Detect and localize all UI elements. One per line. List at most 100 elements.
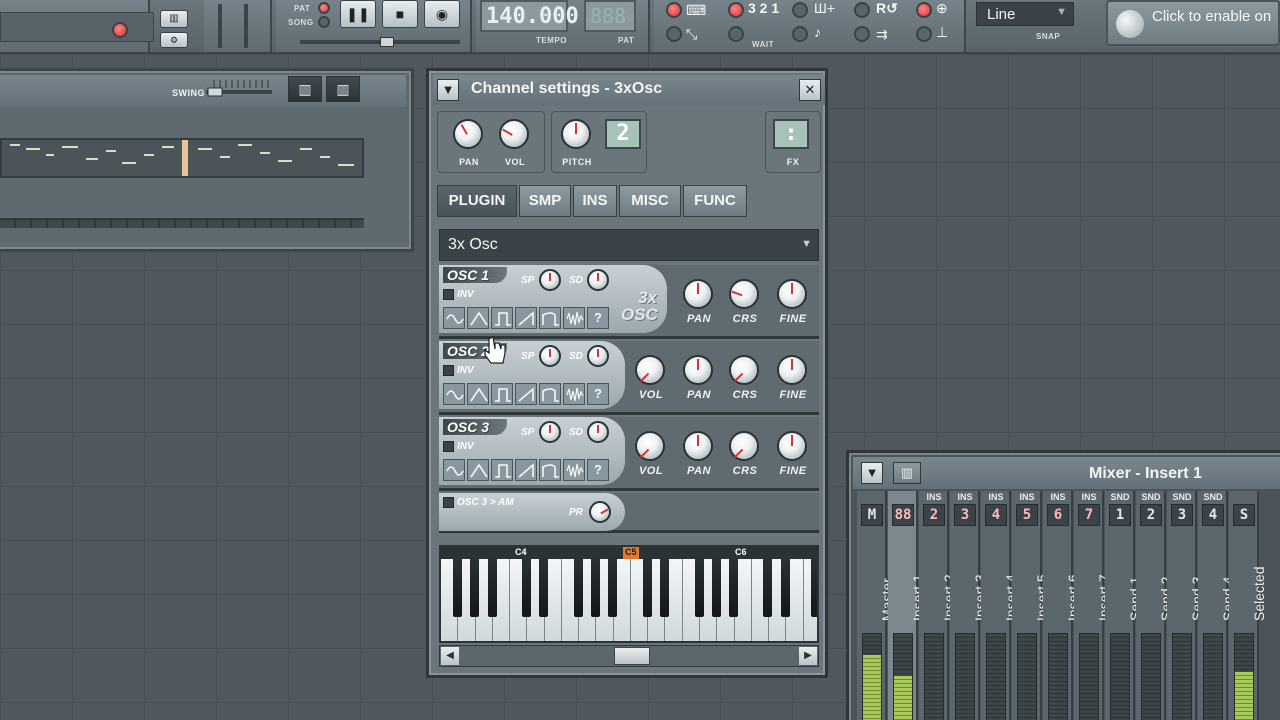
- online-hint-box[interactable]: Click to enable on: [1106, 0, 1280, 46]
- graph-editor-button[interactable]: ▥: [288, 76, 322, 102]
- square-wave-icon[interactable]: [491, 459, 513, 481]
- black-key[interactable]: [470, 559, 479, 617]
- osc-3-sp-knob[interactable]: [539, 421, 561, 443]
- saw-wave-icon[interactable]: [515, 307, 537, 329]
- osc-3-fine-knob[interactable]: [777, 431, 807, 461]
- countdown-led[interactable]: [728, 2, 744, 18]
- close-button[interactable]: ✕: [799, 79, 821, 101]
- osc-1-fine-knob[interactable]: [777, 279, 807, 309]
- piano-keyboard[interactable]: C4 C5 C6: [439, 545, 819, 643]
- tab-misc[interactable]: MISC: [619, 185, 681, 217]
- black-key[interactable]: [695, 559, 704, 617]
- mixer-strip[interactable]: SND 4 Send 4: [1198, 491, 1236, 720]
- mixer-strip[interactable]: INS 6 Insert 6: [1043, 491, 1081, 720]
- triangle-wave-icon[interactable]: [467, 383, 489, 405]
- osc-3-vol-knob[interactable]: [635, 431, 665, 461]
- position-slider[interactable]: [300, 37, 460, 47]
- overdub-led[interactable]: [854, 26, 870, 42]
- black-key[interactable]: [591, 559, 600, 617]
- plugin-select[interactable]: 3x Osc ▼: [439, 229, 819, 261]
- tempo-display[interactable]: 140.000: [480, 0, 579, 32]
- mixer-titlebar[interactable]: ▼ ▥ Mixer - Insert 1: [853, 457, 1280, 489]
- osc-3-inv[interactable]: INV: [443, 441, 474, 452]
- osc-3-pan-knob[interactable]: [683, 431, 713, 461]
- scroll-right-icon[interactable]: ▶: [799, 647, 817, 665]
- tab-ins[interactable]: INS: [573, 185, 617, 217]
- black-key[interactable]: [574, 559, 583, 617]
- position-slider-thumb[interactable]: [380, 37, 394, 47]
- mixer-strip[interactable]: INS 2 Insert 2: [919, 491, 957, 720]
- osc-2-fine-knob[interactable]: [777, 355, 807, 385]
- black-key[interactable]: [453, 559, 462, 617]
- mixer-strip[interactable]: INS 4 Insert 4: [981, 491, 1019, 720]
- rounded-saw-icon[interactable]: [539, 459, 561, 481]
- metronome-led[interactable]: [666, 26, 682, 42]
- osc-1-inv-checkbox[interactable]: [443, 289, 454, 300]
- osc-3-inv-checkbox[interactable]: [443, 441, 454, 452]
- black-key[interactable]: [781, 559, 790, 617]
- triangle-wave-icon[interactable]: [467, 307, 489, 329]
- osc3-am-toggle[interactable]: OSC 3 > AM: [443, 497, 514, 508]
- mixer-strip[interactable]: INS 5 Insert 5: [1012, 491, 1050, 720]
- noise-wave-icon[interactable]: [563, 307, 585, 329]
- osc-2-crs-knob[interactable]: [729, 355, 759, 385]
- mixer-icon[interactable]: ▥: [160, 10, 188, 28]
- osc-2-inv[interactable]: INV: [443, 365, 474, 376]
- link-icon[interactable]: ⚙: [160, 32, 188, 48]
- black-key[interactable]: [643, 559, 652, 617]
- pattern-display[interactable]: 888: [584, 0, 636, 32]
- black-key[interactable]: [488, 559, 497, 617]
- square-wave-icon[interactable]: [491, 307, 513, 329]
- keyboard-editor-button[interactable]: ▥: [326, 76, 360, 102]
- square-wave-icon[interactable]: [491, 383, 513, 405]
- tab-func[interactable]: FUNC: [683, 185, 747, 217]
- tab-plugin[interactable]: PLUGIN: [437, 185, 517, 217]
- mixer-strip[interactable]: SND 3 Send 3: [1167, 491, 1205, 720]
- black-key[interactable]: [539, 559, 548, 617]
- osc-2-sp-knob[interactable]: [539, 345, 561, 367]
- osc-1-inv[interactable]: INV: [443, 289, 474, 300]
- mixer-strip[interactable]: INS 3 Insert 3: [950, 491, 988, 720]
- osc-3-crs-knob[interactable]: [729, 431, 759, 461]
- pitch-knob[interactable]: [561, 119, 591, 149]
- mixer-menu-button[interactable]: ▼: [861, 462, 883, 484]
- rounded-saw-icon[interactable]: [539, 307, 561, 329]
- step-edit-led[interactable]: [792, 2, 808, 18]
- osc-1-pan-knob[interactable]: [683, 279, 713, 309]
- osc-2-vol-knob[interactable]: [635, 355, 665, 385]
- master-volume-slider[interactable]: [218, 4, 222, 48]
- pattern-preview[interactable]: [0, 138, 364, 178]
- mixer-strip[interactable]: SND 2 Send 2: [1136, 491, 1174, 720]
- mixer-view-button[interactable]: ▥: [893, 462, 921, 484]
- mixer-strip[interactable]: M Master: [857, 491, 895, 720]
- sine-wave-icon[interactable]: [443, 307, 465, 329]
- osc3-am-checkbox[interactable]: [443, 497, 454, 508]
- mixer-strip[interactable]: SND 1 Send 1: [1105, 491, 1143, 720]
- saw-wave-icon[interactable]: [515, 383, 537, 405]
- osc-3-sd-knob[interactable]: [587, 421, 609, 443]
- master-pitch-slider[interactable]: [244, 4, 248, 48]
- pitch-range-display[interactable]: 2: [605, 119, 641, 149]
- black-key[interactable]: [712, 559, 721, 617]
- loop-record-led[interactable]: [854, 2, 870, 18]
- step-sequencer-led[interactable]: [916, 26, 932, 42]
- black-key[interactable]: [608, 559, 617, 617]
- black-key[interactable]: [763, 559, 772, 617]
- pause-button[interactable]: ❚❚: [340, 0, 376, 28]
- sine-wave-icon[interactable]: [443, 459, 465, 481]
- stop-button[interactable]: ■: [382, 0, 418, 28]
- sine-wave-icon[interactable]: [443, 383, 465, 405]
- snap-select[interactable]: Line ▼: [976, 2, 1074, 26]
- osc-1-sp-knob[interactable]: [539, 269, 561, 291]
- window-menu-button[interactable]: ▼: [437, 79, 459, 101]
- osc-2-sd-knob[interactable]: [587, 345, 609, 367]
- scroll-left-icon[interactable]: ◀: [441, 647, 459, 665]
- swing-slider[interactable]: [206, 78, 272, 98]
- osc-2-pan-knob[interactable]: [683, 355, 713, 385]
- record-button[interactable]: ◉: [424, 0, 460, 28]
- blend-notes-led[interactable]: [916, 2, 932, 18]
- pat-mode-led[interactable]: [318, 2, 330, 14]
- pan-knob[interactable]: [453, 119, 483, 149]
- custom-wave-button[interactable]: ?: [587, 307, 609, 329]
- noise-wave-icon[interactable]: [563, 459, 585, 481]
